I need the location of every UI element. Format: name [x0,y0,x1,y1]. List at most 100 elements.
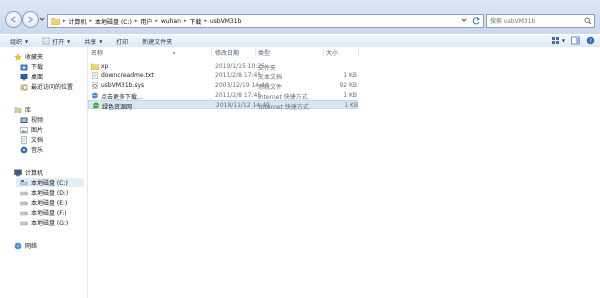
address-bar[interactable]: ▸ 计算机 ▸ 本地磁盘 (C:) ▸ 用户 ▸ wuhan ▸ 下载 ▸ us… [47,14,484,28]
drive-icon [20,201,28,205]
desktop-icon [20,73,28,80]
nav-item-pictures[interactable]: 图片 [20,125,43,134]
print-button[interactable]: 打印 [111,36,133,47]
breadcrumb-wuhan[interactable]: wuhan [159,15,183,27]
star-icon [14,52,22,61]
nav-item-downloads[interactable]: 下载 [20,62,43,71]
file-size: 92 KB [339,82,357,89]
nav-item-label: 下载 [31,64,44,71]
search-input[interactable] [487,16,584,26]
nav-item-documents[interactable]: 文档 [20,135,43,144]
command-toolbar: 组织 ▼ 打开 ▼ 共享 ▼ 打印 新建文件夹 ▼ ? [0,34,600,48]
nav-libraries-label: 库 [25,107,32,114]
system-file-icon [92,82,98,89]
view-controls: ▼ ? [551,36,595,45]
nav-item-drive-f[interactable]: 本地磁盘 (F:) [20,208,67,217]
explorer-window: ▸ 计算机 ▸ 本地磁盘 (C:) ▸ 用户 ▸ wuhan ▸ 下载 ▸ us… [0,0,600,298]
nav-item-label: 本地磁盘 (F:) [31,210,67,217]
file-name: downcreadme.txt [101,72,154,79]
drive-icon [20,221,28,225]
nav-item-label: 视频 [31,117,44,124]
share-label: 共享 [84,38,97,46]
file-date: 2011/2/8 17:45 [215,92,262,99]
refresh-icon[interactable] [471,16,481,26]
file-row[interactable]: downcreadme.txt 2011/2/8 17:45 文本文档 1 KB [88,71,358,81]
chevron-down-icon[interactable]: ▼ [562,38,565,43]
column-header-date[interactable]: 修改日期 [215,48,256,57]
chevron-down-icon[interactable] [39,16,45,22]
search-icon[interactable] [584,17,592,25]
new-folder-button[interactable]: 新建文件夹 [137,36,177,47]
nav-item-drive-g[interactable]: 本地磁盘 (G:) [20,218,68,227]
file-size: 1 KB [344,102,358,109]
nav-computer[interactable]: 计算机 [14,168,43,177]
file-type: Internet 快捷方式 [259,104,309,111]
nav-item-label: 桌面 [31,74,44,81]
nav-item-label: 音乐 [31,147,44,154]
nav-network[interactable]: 网络 [14,241,37,250]
file-row[interactable]: 点击更多下载... 2011/2/8 17:45 Internet 快捷方式 1… [88,91,358,101]
breadcrumb-computer[interactable]: 计算机 [67,15,89,27]
breadcrumb-users[interactable]: 用户 [138,15,154,27]
breadcrumb-usbvm31b[interactable]: usbVM31b [208,15,243,27]
breadcrumb-drive-c[interactable]: 本地磁盘 (C:) [93,15,134,27]
open-button[interactable]: 打开 ▼ [37,36,75,47]
share-button[interactable]: 共享 ▼ [79,36,107,47]
chevron-down-icon[interactable] [461,17,467,23]
nav-item-label: 本地磁盘 (D:) [31,190,69,197]
column-header-type[interactable]: 类型 [258,48,324,57]
file-list: 名称 修改日期 类型 大小 xp 2019/1/15 10:25 文件夹 dow… [88,47,600,298]
nav-item-label: 文档 [31,137,44,144]
nav-libraries[interactable]: 库 [14,105,31,114]
svg-text:?: ? [589,39,592,45]
file-row[interactable]: usbVM31b.sys 2003/12/19 14:40 系统文件 92 KB [88,81,358,91]
downloads-folder-icon [20,64,28,70]
file-date: 2011/2/8 17:45 [215,72,262,79]
folder-icon [91,63,99,70]
nav-item-recent-places[interactable]: 最近访问的位置 [20,82,73,91]
music-icon [20,146,28,153]
folder-icon [51,18,60,25]
nav-item-drive-e[interactable]: 本地磁盘 (E:) [20,198,67,207]
change-view-icon[interactable] [551,36,560,45]
nav-item-drive-d[interactable]: 本地磁盘 (D:) [20,188,68,197]
preview-pane-icon[interactable] [571,36,580,45]
column-header-size[interactable]: 大小 [326,48,359,57]
file-row-selected[interactable]: 绿色资源网 2018/11/12 14:49 Internet 快捷方式 1 K… [88,100,358,111]
text-file-icon [92,72,98,79]
nav-favorites[interactable]: 收藏夹 [14,52,43,61]
column-header-name[interactable]: 名称 [91,48,212,57]
organize-label: 组织 [10,38,23,46]
internet-shortcut-icon [92,102,99,109]
help-icon[interactable]: ? [586,36,595,45]
nav-item-label: 图片 [31,127,44,134]
nav-item-label: 最近访问的位置 [31,84,74,91]
arrow-left-icon [10,16,16,23]
drive-icon [20,191,28,195]
organize-button[interactable]: 组织 ▼ [5,36,33,47]
file-name: xp [101,63,109,70]
navigation-pane: 收藏夹 下载 桌面 最近访问的位置 库 视频 图片 文档 音乐 计算机 本地磁盘… [0,47,88,298]
documents-icon [21,135,27,144]
nav-item-label: 本地磁盘 (E:) [31,200,68,207]
nav-item-videos[interactable]: 视频 [20,115,43,124]
libraries-icon [14,106,22,113]
nav-item-desktop[interactable]: 桌面 [20,72,43,81]
nav-computer-label: 计算机 [25,170,44,177]
nav-item-drive-c[interactable]: 本地磁盘 (C:) [16,178,84,187]
network-icon [14,242,22,249]
file-size: 1 KB [343,92,357,99]
nav-favorites-label: 收藏夹 [25,54,44,61]
forward-button[interactable] [22,11,39,28]
drive-icon [20,211,28,215]
back-button[interactable] [5,11,22,28]
print-label: 打印 [116,38,129,46]
file-name: usbVM31b.sys [101,82,145,89]
search-box[interactable] [486,14,595,28]
address-row: ▸ 计算机 ▸ 本地磁盘 (C:) ▸ 用户 ▸ wuhan ▸ 下载 ▸ us… [0,0,600,34]
file-row[interactable]: xp 2019/1/15 10:25 文件夹 [88,62,358,72]
nav-item-music[interactable]: 音乐 [20,145,43,154]
chevron-down-icon: ▼ [67,38,71,44]
nav-network-label: 网络 [25,243,38,250]
breadcrumb-downloads[interactable]: 下载 [187,15,203,27]
